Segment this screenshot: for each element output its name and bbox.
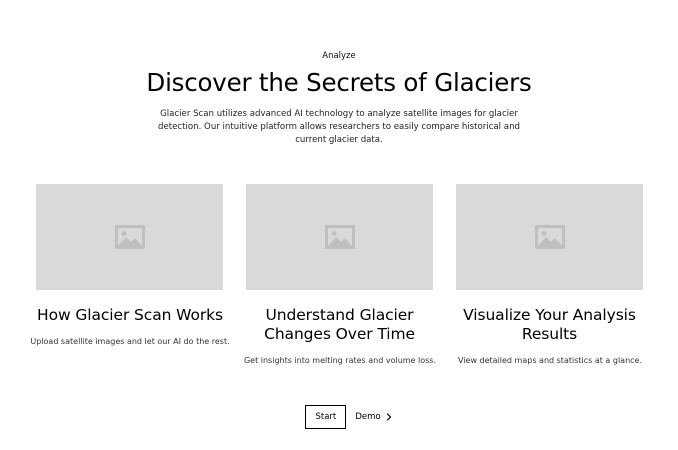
card-text: View detailed maps and statistics at a g…: [458, 356, 642, 365]
feature-card-visualize-results: Visualize Your Analysis Results View det…: [456, 184, 643, 366]
start-button[interactable]: Start: [305, 405, 347, 429]
image-placeholder-icon: [324, 225, 355, 249]
action-buttons: Start Demo: [0, 405, 678, 429]
chevron-right-icon: [386, 413, 391, 421]
features-section: Analyze Discover the Secrets of Glaciers…: [0, 0, 678, 450]
card-title: How Glacier Scan Works: [37, 306, 223, 324]
card-image-placeholder: [246, 184, 433, 290]
section-heading: Discover the Secrets of Glaciers: [146, 68, 532, 97]
feature-card-how-it-works: How Glacier Scan Works Upload satellite …: [30, 184, 230, 347]
demo-label: Demo: [355, 412, 381, 422]
card-title: Visualize Your Analysis Results: [463, 306, 636, 343]
feature-card-changes-over-time: Understand Glacier Changes Over Time Get…: [244, 184, 436, 366]
card-image-placeholder: [456, 184, 643, 290]
image-placeholder-icon: [534, 225, 565, 249]
card-text: Upload satellite images and let our AI d…: [30, 337, 230, 346]
section-description: Glacier Scan utilizes advanced AI techno…: [158, 109, 520, 145]
card-text: Get insights into melting rates and volu…: [243, 356, 437, 365]
card-title: Understand Glacier Changes Over Time: [264, 306, 415, 343]
image-placeholder-icon: [114, 225, 145, 249]
section-tagline: Analyze: [322, 51, 356, 61]
demo-link[interactable]: Demo: [355, 412, 391, 422]
card-image-placeholder: [36, 184, 223, 290]
